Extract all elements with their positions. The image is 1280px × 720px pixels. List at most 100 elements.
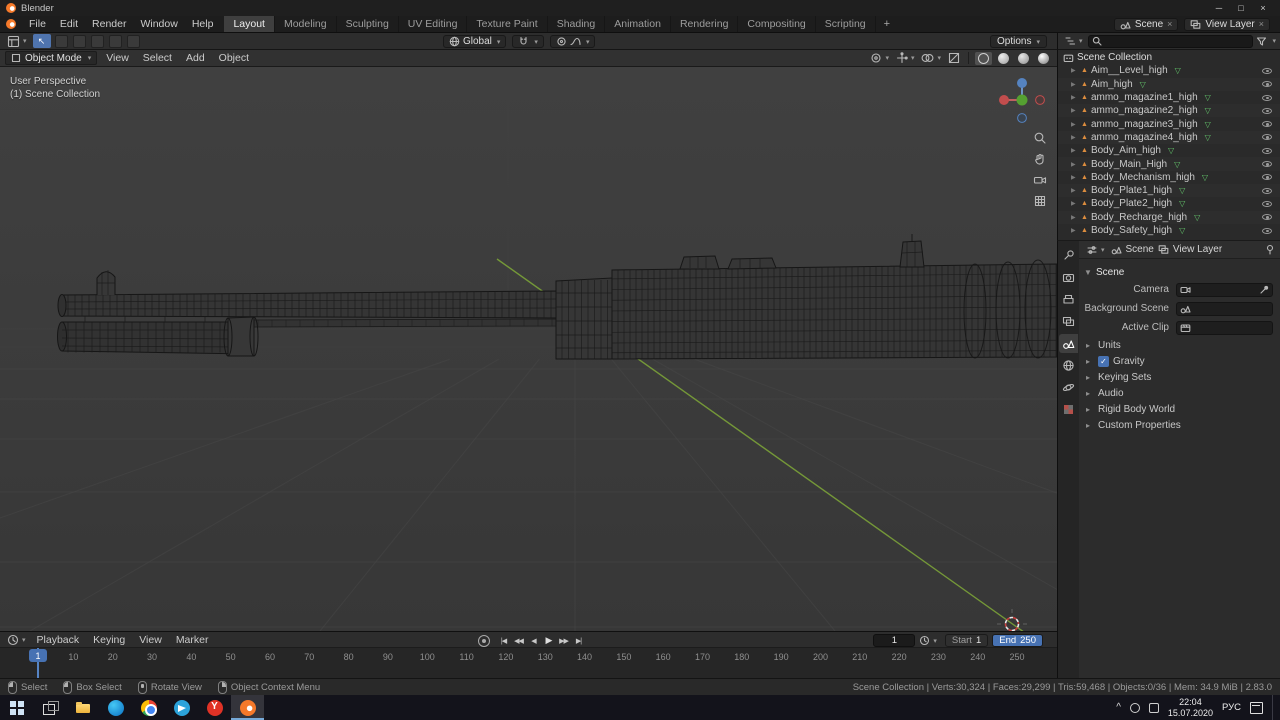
visibility-eye-icon[interactable] <box>1262 78 1274 90</box>
3d-viewport[interactable]: User Perspective (1) Scene Collection <box>0 67 1057 631</box>
viewport-menu-view[interactable]: View <box>99 52 136 64</box>
shading-solid-button[interactable] <box>995 52 1012 65</box>
panel-custom-properties[interactable]: ▸ Custom Properties <box>1084 417 1273 433</box>
expand-icon[interactable]: ▶ <box>1071 121 1078 128</box>
timeline-editor-selector[interactable]: ▾ <box>5 634 28 646</box>
pin-icon[interactable] <box>1265 244 1275 255</box>
panel-audio[interactable]: ▸ Audio <box>1084 385 1273 401</box>
visibility-eye-icon[interactable] <box>1262 225 1274 237</box>
breadcrumb-scene[interactable]: Scene <box>1126 244 1154 255</box>
visibility-eye-icon[interactable] <box>1262 131 1274 143</box>
expand-icon[interactable]: ▶ <box>1071 227 1078 234</box>
breadcrumb-view-layer[interactable]: View Layer <box>1173 244 1222 255</box>
outliner-item[interactable]: ▶ ▲ Aim_high ▽ <box>1058 77 1280 91</box>
visibility-eye-icon[interactable] <box>1262 118 1274 130</box>
tab-tool-properties[interactable] <box>1059 246 1078 265</box>
mode-selector[interactable]: Object Mode ▾ <box>5 51 98 65</box>
outliner-item[interactable]: ▶ ▲ Body_Plate1_high ▽ <box>1058 183 1280 198</box>
taskbar-blender-button[interactable] <box>231 695 264 720</box>
visibility-eye-icon[interactable] <box>1262 211 1274 223</box>
previous-keyframe-button[interactable]: ◀◀ <box>512 637 525 645</box>
shading-material-button[interactable] <box>1015 52 1032 65</box>
frame-end-field[interactable]: End 250 <box>992 634 1043 647</box>
workspace-tab-layout[interactable]: Layout <box>224 16 275 32</box>
frame-start-field[interactable]: Start 1 <box>944 634 989 647</box>
workspace-tab-rendering[interactable]: Rendering <box>671 16 739 32</box>
visibility-eye-icon[interactable] <box>1262 92 1274 104</box>
unlink-icon[interactable]: × <box>1259 19 1264 29</box>
expand-icon[interactable]: ▶ <box>1071 134 1078 141</box>
eyedropper-icon[interactable] <box>1259 285 1269 295</box>
outliner-item[interactable]: ▶ ▲ ammo_magazine1_high ▽ <box>1058 91 1280 104</box>
timeline-menu-marker[interactable]: Marker <box>169 634 216 646</box>
taskbar-task-view-button[interactable] <box>33 695 66 720</box>
select-mode-option-4[interactable] <box>108 34 122 48</box>
tab-world-properties[interactable] <box>1059 356 1078 375</box>
outliner-item[interactable]: ▶ ▲ Body_Recharge_high ▽ <box>1058 210 1280 224</box>
workspace-tab-texture-paint[interactable]: Texture Paint <box>467 16 548 32</box>
tray-icon[interactable] <box>1129 702 1140 713</box>
expand-icon[interactable]: ▶ <box>1071 147 1078 154</box>
tab-texture-properties[interactable] <box>1059 400 1078 419</box>
snap-dropdown[interactable]: ▾ <box>512 35 544 48</box>
overlays-dropdown[interactable]: ▾ <box>919 51 943 65</box>
tab-output-properties[interactable] <box>1059 290 1078 309</box>
outliner-root-collection[interactable]: Scene Collection <box>1058 51 1280 64</box>
expand-icon[interactable]: ▶ <box>1071 161 1078 168</box>
pan-button[interactable] <box>1031 150 1049 168</box>
xray-toggle[interactable] <box>946 51 962 65</box>
transform-orientation-dropdown[interactable]: Global ▾ <box>443 35 507 48</box>
visibility-eye-icon[interactable] <box>1262 105 1274 117</box>
view-layer-selector[interactable]: View Layer × <box>1184 17 1270 31</box>
jump-to-start-button[interactable]: |◀ <box>497 637 510 645</box>
minimize-button[interactable]: ─ <box>1208 3 1230 13</box>
next-keyframe-button[interactable]: ▶▶ <box>557 637 570 645</box>
menu-render[interactable]: Render <box>85 16 133 32</box>
perspective-toggle-button[interactable] <box>1031 192 1049 210</box>
workspace-tab-scripting[interactable]: Scripting <box>816 16 876 32</box>
scene-selector[interactable]: Scene × <box>1113 17 1179 31</box>
taskbar-edge-button[interactable] <box>99 695 132 720</box>
action-center-icon[interactable] <box>1250 701 1263 714</box>
timeline-ruler[interactable]: 10 20 30 40 50 60 70 80 90 100 110 120 130 140 150 160 1… <box>0 648 1057 678</box>
outliner-item[interactable]: ▶ ▲ ammo_magazine4_high ▽ <box>1058 130 1280 145</box>
outliner-search-input[interactable] <box>1104 35 1250 47</box>
panel-gravity[interactable]: ▸ ✓ Gravity <box>1084 353 1273 369</box>
menu-file[interactable]: File <box>22 16 53 32</box>
expand-icon[interactable]: ▶ <box>1071 214 1078 221</box>
tab-scene-properties[interactable] <box>1059 334 1078 353</box>
tab-view-layer-properties[interactable] <box>1059 312 1078 331</box>
expand-icon[interactable]: ▶ <box>1071 174 1078 181</box>
workspace-tab-sculpting[interactable]: Sculpting <box>337 16 399 32</box>
panel-units[interactable]: ▸ Units <box>1084 337 1273 353</box>
panel-keying-sets[interactable]: ▸ Keying Sets <box>1084 369 1273 385</box>
show-desktop-button[interactable] <box>1272 695 1277 720</box>
options-dropdown[interactable]: Options ▾ <box>990 35 1047 48</box>
outliner-item[interactable]: ▶ ▲ ammo_magazine2_high ▽ <box>1058 104 1280 118</box>
tab-render-properties[interactable] <box>1059 268 1078 287</box>
timeline-menu-view[interactable]: View <box>132 634 169 646</box>
timeline-menu-keying[interactable]: Keying <box>86 634 132 646</box>
shading-wireframe-button[interactable] <box>975 51 992 65</box>
tab-physics-properties[interactable] <box>1059 378 1078 397</box>
visibility-eye-icon[interactable] <box>1262 185 1274 197</box>
taskbar-yandex-browser-button[interactable] <box>198 695 231 720</box>
outliner-item[interactable]: ▶ ▲ Aim__Level_high ▽ <box>1058 64 1280 77</box>
hidden-icons-chevron[interactable]: ^ <box>1116 702 1121 713</box>
outliner-editor-selector[interactable]: ▾ <box>1062 35 1085 47</box>
playhead-badge[interactable]: 1 <box>29 649 47 662</box>
menu-help[interactable]: Help <box>185 16 221 32</box>
play-button[interactable]: ▶ <box>542 635 555 646</box>
close-button[interactable]: × <box>1252 3 1274 13</box>
expand-icon[interactable]: ▶ <box>1071 94 1078 101</box>
expand-icon[interactable]: ▶ <box>1071 107 1078 114</box>
active-clip-field[interactable] <box>1176 320 1273 335</box>
panel-rigid-body-world[interactable]: ▸ Rigid Body World <box>1084 401 1273 417</box>
outliner-item[interactable]: ▶ ▲ Body_Main_High ▽ <box>1058 157 1280 171</box>
current-frame-field[interactable]: 1 <box>873 634 916 647</box>
gravity-checkbox[interactable]: ✓ <box>1098 355 1109 367</box>
outliner-item[interactable]: ▶ ▲ Body_Mechanism_high ▽ <box>1058 171 1280 184</box>
taskbar-start-button[interactable] <box>0 695 33 720</box>
taskbar-file-explorer-button[interactable] <box>66 695 99 720</box>
workspace-tab-animation[interactable]: Animation <box>605 16 671 32</box>
